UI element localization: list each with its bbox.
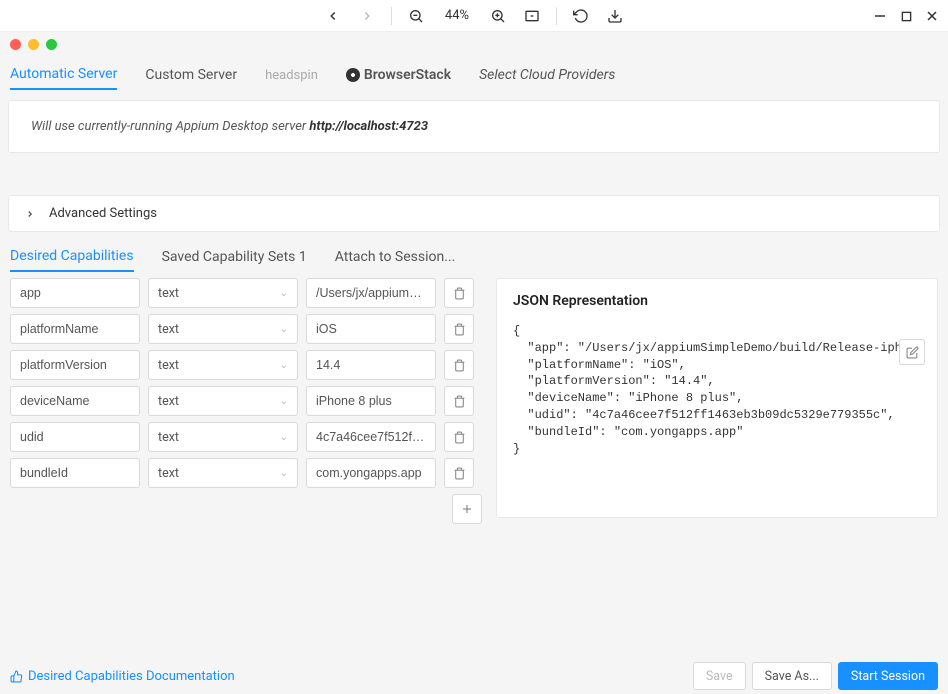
tab-attach-session[interactable]: Attach to Session...: [335, 249, 456, 271]
capability-type-select[interactable]: text ⌄: [148, 422, 298, 452]
chevron-down-icon: ⌄: [280, 324, 288, 335]
capability-type-select[interactable]: text ⌄: [148, 458, 298, 488]
capability-type-value: text: [158, 394, 179, 409]
save-as-button[interactable]: Save As...: [752, 662, 832, 690]
doc-link-label: Desired Capabilities Documentation: [28, 669, 235, 684]
chevron-down-icon: ⌄: [280, 288, 288, 299]
thumbs-up-icon: [10, 670, 23, 683]
window-controls: [872, 0, 940, 32]
capability-type-value: text: [158, 430, 179, 445]
capability-name-input[interactable]: [10, 314, 140, 344]
zoom-level: 44%: [440, 8, 474, 23]
chevron-down-icon: ⌄: [280, 396, 288, 407]
capability-type-value: text: [158, 466, 179, 481]
capability-type-select[interactable]: text ⌄: [148, 350, 298, 380]
advanced-settings-toggle[interactable]: Advanced Settings: [8, 195, 940, 232]
capability-tabs: Desired Capabilities Saved Capability Se…: [0, 238, 948, 272]
rotate-button[interactable]: [571, 6, 591, 26]
capability-row: text ⌄: [10, 314, 482, 344]
mac-maximize-button[interactable]: [46, 39, 57, 50]
window-maximize-button[interactable]: [898, 8, 914, 24]
tab-desired-capabilities[interactable]: Desired Capabilities: [10, 248, 134, 272]
viewer-toolbar: 44%: [0, 0, 948, 32]
capability-value-input[interactable]: [306, 314, 436, 344]
tab-select-cloud[interactable]: Select Cloud Providers: [479, 67, 615, 89]
capability-row: text ⌄: [10, 278, 482, 308]
capability-value-input[interactable]: [306, 422, 436, 452]
json-title: JSON Representation: [513, 293, 921, 309]
start-session-button[interactable]: Start Session: [838, 662, 938, 690]
zoom-out-button[interactable]: [406, 6, 426, 26]
capability-name-input[interactable]: [10, 350, 140, 380]
capability-type-select[interactable]: text ⌄: [148, 278, 298, 308]
save-button[interactable]: Save: [693, 662, 746, 690]
add-capability-button[interactable]: [452, 494, 482, 524]
delete-capability-button[interactable]: [444, 422, 474, 452]
capability-row: text ⌄: [10, 350, 482, 380]
capability-value-input[interactable]: [306, 278, 436, 308]
chevron-down-icon: ⌄: [280, 360, 288, 371]
capability-row: text ⌄: [10, 422, 482, 452]
download-button[interactable]: [605, 6, 625, 26]
chevron-down-icon: ⌄: [280, 468, 288, 479]
delete-capability-button[interactable]: [444, 278, 474, 308]
fit-width-button[interactable]: [522, 6, 542, 26]
delete-capability-button[interactable]: [444, 458, 474, 488]
capability-row: text ⌄: [10, 386, 482, 416]
capability-value-input[interactable]: [306, 458, 436, 488]
capabilities-column: text ⌄ text ⌄ text ⌄ text ⌄ text ⌄ text ⌄: [10, 278, 482, 688]
footer-buttons: Save Save As... Start Session: [693, 662, 938, 690]
window-close-button[interactable]: [924, 8, 940, 24]
mac-minimize-button[interactable]: [28, 39, 39, 50]
edit-json-button[interactable]: [899, 339, 925, 365]
capability-type-value: text: [158, 358, 179, 373]
info-text: Will use currently-running Appium Deskto…: [31, 119, 309, 134]
next-page-button[interactable]: [357, 6, 377, 26]
capability-value-input[interactable]: [306, 386, 436, 416]
tab-browserstack[interactable]: BrowserStack: [346, 67, 451, 89]
tab-custom-server[interactable]: Custom Server: [145, 67, 237, 89]
mac-titlebar: [0, 32, 948, 56]
capability-row: text ⌄: [10, 458, 482, 488]
delete-capability-button[interactable]: [444, 314, 474, 344]
main-area: text ⌄ text ⌄ text ⌄ text ⌄ text ⌄ text ⌄ JSON Repr…: [0, 272, 948, 694]
tab-saved-sets[interactable]: Saved Capability Sets 1: [162, 249, 307, 271]
delete-capability-button[interactable]: [444, 386, 474, 416]
zoom-in-button[interactable]: [488, 6, 508, 26]
server-tabs: Automatic Server Custom Server headspin …: [0, 56, 948, 94]
browserstack-icon: [346, 68, 360, 82]
capability-name-input[interactable]: [10, 386, 140, 416]
capability-name-input[interactable]: [10, 422, 140, 452]
separator: [391, 7, 392, 25]
json-representation-panel: JSON Representation { "app": "/Users/jx/…: [496, 278, 938, 518]
viewer-center: 44%: [323, 6, 625, 26]
chevron-down-icon: ⌄: [280, 432, 288, 443]
capability-type-select[interactable]: text ⌄: [148, 314, 298, 344]
doc-link[interactable]: Desired Capabilities Documentation: [10, 669, 235, 684]
chevron-right-icon: [25, 209, 35, 219]
capability-type-select[interactable]: text ⌄: [148, 386, 298, 416]
tab-headspin[interactable]: headspin: [265, 68, 318, 89]
footer: Desired Capabilities Documentation Save …: [0, 658, 948, 694]
server-url: http://localhost:4723: [309, 119, 428, 134]
server-info-panel: Will use currently-running Appium Deskto…: [8, 100, 940, 153]
appium-window: Automatic Server Custom Server headspin …: [0, 32, 948, 694]
capability-type-value: text: [158, 286, 179, 301]
tab-automatic-server[interactable]: Automatic Server: [10, 66, 117, 90]
capability-value-input[interactable]: [306, 350, 436, 380]
delete-capability-button[interactable]: [444, 350, 474, 380]
prev-page-button[interactable]: [323, 6, 343, 26]
separator: [556, 7, 557, 25]
tab-browserstack-label: BrowserStack: [364, 67, 451, 83]
capability-name-input[interactable]: [10, 458, 140, 488]
json-body: { "app": "/Users/jx/appiumSimpleDemo/bui…: [513, 323, 921, 457]
capability-name-input[interactable]: [10, 278, 140, 308]
mac-close-button[interactable]: [10, 39, 21, 50]
capability-type-value: text: [158, 322, 179, 337]
window-minimize-button[interactable]: [872, 8, 888, 24]
advanced-settings-label: Advanced Settings: [49, 206, 157, 221]
